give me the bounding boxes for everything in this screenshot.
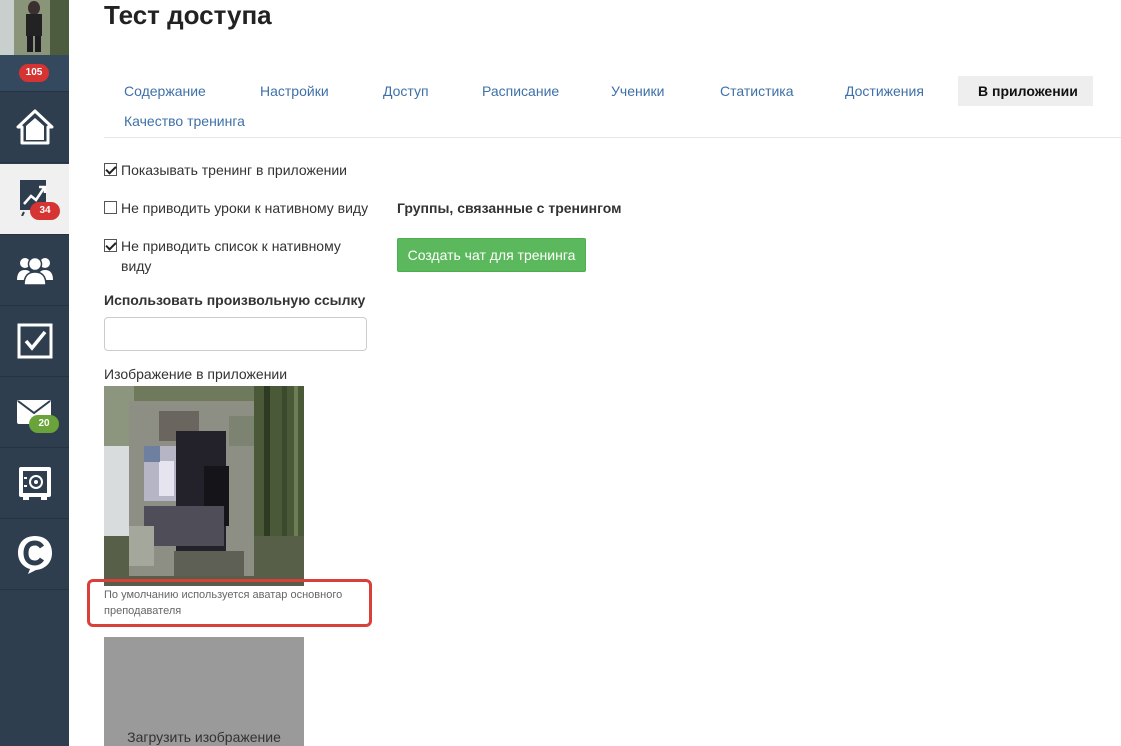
user-avatar-block[interactable]: 105 — [0, 0, 69, 92]
users-group-icon — [16, 254, 54, 286]
tab-statistics[interactable]: Статистика — [700, 76, 814, 106]
sidebar: 105 34 20 — [0, 0, 69, 746]
tab-content[interactable]: Содержание — [104, 76, 226, 106]
chat-c-logo-icon — [16, 534, 54, 574]
custom-link-input[interactable] — [104, 317, 367, 351]
tabs-divider — [104, 137, 1121, 138]
sidebar-item-users[interactable] — [0, 235, 69, 306]
home-icon — [16, 109, 54, 145]
tab-training-quality[interactable]: Качество тренинга — [104, 106, 265, 136]
sidebar-item-safe[interactable] — [0, 448, 69, 519]
no-native-lessons-checkbox[interactable] — [104, 201, 117, 214]
custom-link-label: Использовать произвольную ссылку — [104, 292, 366, 308]
tab-achievements[interactable]: Достижения — [825, 76, 944, 106]
sidebar-item-trainings[interactable]: 34 — [0, 164, 69, 235]
tab-settings[interactable]: Настройки — [240, 76, 349, 106]
no-native-lessons-label: Не приводить уроки к нативному виду — [121, 200, 369, 216]
tab-schedule[interactable]: Расписание — [462, 76, 579, 106]
sidebar-item-messages[interactable]: 20 — [0, 377, 69, 448]
sidebar-item-home[interactable] — [0, 92, 69, 163]
checkbox-task-icon — [17, 323, 53, 359]
no-native-list-row[interactable]: Не приводить список к нативному виду — [104, 236, 354, 276]
page-title: Тест доступа — [104, 0, 272, 30]
trainings-badge: 34 — [30, 202, 60, 220]
upload-image-label: Загрузить изображение — [127, 729, 281, 745]
no-native-lessons-row[interactable]: Не приводить уроки к нативному виду — [104, 198, 374, 218]
sidebar-item-chat[interactable] — [0, 519, 69, 590]
avatar[interactable] — [0, 0, 69, 55]
no-native-list-checkbox[interactable] — [104, 239, 117, 252]
app-image-label: Изображение в приложении — [104, 366, 288, 382]
safe-icon — [17, 465, 53, 501]
no-native-list-label: Не приводить список к нативному виду — [121, 238, 341, 274]
sidebar-item-tasks[interactable] — [0, 306, 69, 377]
show-in-app-label: Показывать тренинг в приложении — [121, 162, 348, 178]
show-in-app-row[interactable]: Показывать тренинг в приложении — [104, 160, 374, 180]
tab-students[interactable]: Ученики — [591, 76, 684, 106]
groups-label: Группы, связанные с тренингом — [397, 200, 622, 216]
upload-image-area[interactable]: Загрузить изображение — [104, 637, 304, 746]
notifications-badge: 105 — [19, 64, 49, 82]
app-image-hint: По умолчанию используется аватар основно… — [104, 589, 343, 617]
show-in-app-checkbox[interactable] — [104, 163, 117, 176]
tab-in-app[interactable]: В приложении — [958, 76, 1093, 106]
tab-access[interactable]: Доступ — [363, 76, 449, 106]
messages-badge: 20 — [29, 415, 59, 433]
create-chat-button[interactable]: Создать чат для тренинга — [397, 238, 586, 272]
app-image-preview[interactable] — [104, 386, 304, 586]
